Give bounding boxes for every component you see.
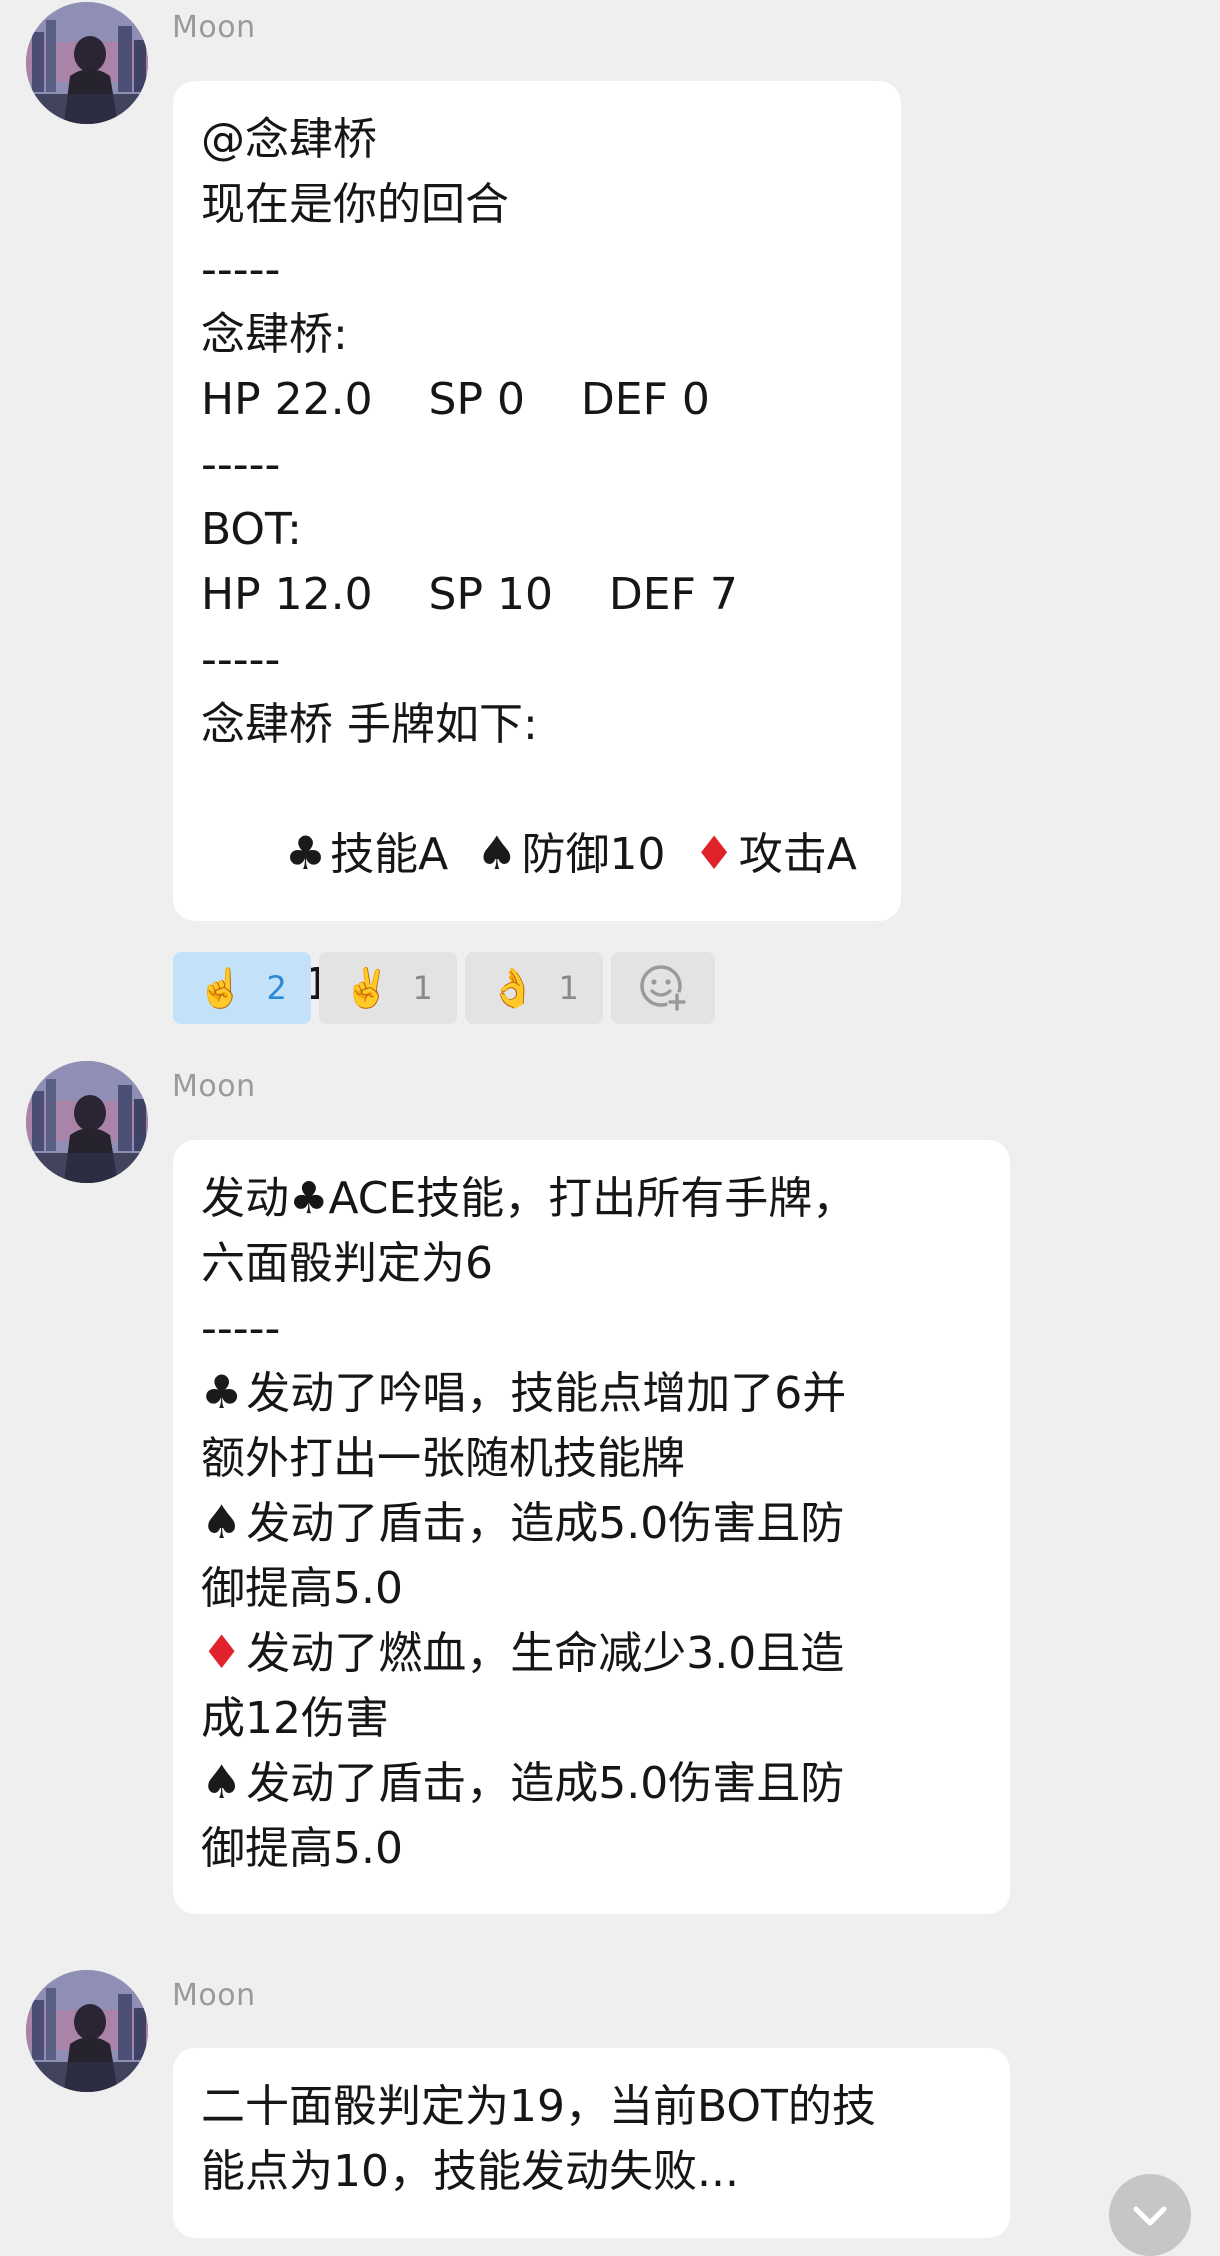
message-line: 发动♣ACE技能，打出所有手牌， (201, 1173, 857, 1224)
message-line: ♣发动了吟唱，技能点增加了6并 (201, 1365, 847, 1419)
message-line: 六面骰判定为6 (201, 1238, 493, 1289)
reaction-count: 1 (558, 969, 579, 1007)
message-line: 现在是你的回合 (201, 179, 509, 230)
message-line: ----- (201, 1303, 281, 1354)
message-line: 二十面骰判定为19，当前BOT的技 (201, 2081, 876, 2132)
message-line: @念肆桥 (201, 114, 377, 165)
victory-hand-single-icon: ☝️ (197, 966, 245, 1010)
ok-hand-icon: 👌 (489, 966, 537, 1010)
message-line: 成12伤害 (201, 1693, 389, 1744)
message-line: 念肆桥 手牌如下: (201, 699, 538, 750)
card-label: 技能A (330, 829, 449, 880)
card-label: 攻击A (738, 829, 857, 880)
spade-icon: ♠ (201, 1495, 243, 1549)
scroll-to-bottom-button[interactable] (1109, 2174, 1191, 2256)
sender-name: Moon (172, 1978, 256, 2013)
avatar[interactable] (26, 1061, 148, 1183)
message-line: 御提高5.0 (201, 1823, 403, 1874)
reaction-ok-hand[interactable]: 👌 1 (465, 952, 603, 1024)
message-line: HP 12.0 SP 10 DEF 7 (201, 569, 738, 620)
reaction-victory-hand-single[interactable]: ☝️ 2 (173, 952, 311, 1024)
spade-icon: ♠ (476, 826, 518, 880)
reactions-bar: ☝️ 2 ✌️ 1 👌 1 (173, 952, 715, 1024)
message-line: HP 22.0 SP 0 DEF 0 (201, 374, 710, 425)
message-bubble[interactable]: @念肆桥 现在是你的回合 ----- 念肆桥: HP 22.0 SP 0 DEF… (173, 81, 901, 1010)
message-line: ----- (201, 634, 281, 685)
reaction-count: 1 (412, 969, 433, 1007)
victory-hand-icon: ✌️ (343, 966, 391, 1010)
message-line: 额外打出一张随机技能牌 (201, 1433, 685, 1484)
message-line: BOT: (201, 504, 302, 555)
sender-name: Moon (172, 1069, 256, 1104)
message-line: ♦发动了燃血，生命减少3.0且造 (201, 1625, 845, 1679)
avatar[interactable] (26, 1970, 148, 2092)
club-icon: ♣ (201, 1365, 243, 1419)
message-line: 御提高5.0 (201, 1563, 403, 1614)
diamond-icon: ♦ (201, 1625, 243, 1679)
message-line: ----- (201, 439, 281, 490)
add-reaction-icon (640, 965, 687, 1012)
reaction-count: 2 (266, 969, 287, 1007)
message-bubble[interactable]: 发动♣ACE技能，打出所有手牌， 六面骰判定为6 ----- ♣发动了吟唱，技能… (173, 1140, 1010, 1914)
chevron-down-icon (1133, 2206, 1167, 2226)
sender-name: Moon (172, 10, 256, 45)
message-line: 念肆桥: (201, 309, 348, 360)
hand-cards: ♣技能A ♠防御10 ♦攻击A (201, 757, 873, 952)
spade-icon: ♠ (201, 1755, 243, 1809)
avatar[interactable] (26, 2, 148, 124)
add-reaction-button[interactable] (611, 952, 715, 1024)
club-icon: ♣ (284, 826, 327, 880)
message-line: 能点为10，技能发动失败... (201, 2146, 739, 2197)
card-label: 防御10 (521, 829, 666, 880)
reaction-victory-hand[interactable]: ✌️ 1 (319, 952, 457, 1024)
message-line: ----- (201, 244, 281, 295)
message-bubble[interactable]: 二十面骰判定为19，当前BOT的技 能点为10，技能发动失败... (173, 2048, 1010, 2238)
message-line: ♠发动了盾击，造成5.0伤害且防 (201, 1495, 845, 1549)
diamond-icon: ♦ (693, 826, 735, 880)
message-line: ♠发动了盾击，造成5.0伤害且防 (201, 1755, 845, 1809)
